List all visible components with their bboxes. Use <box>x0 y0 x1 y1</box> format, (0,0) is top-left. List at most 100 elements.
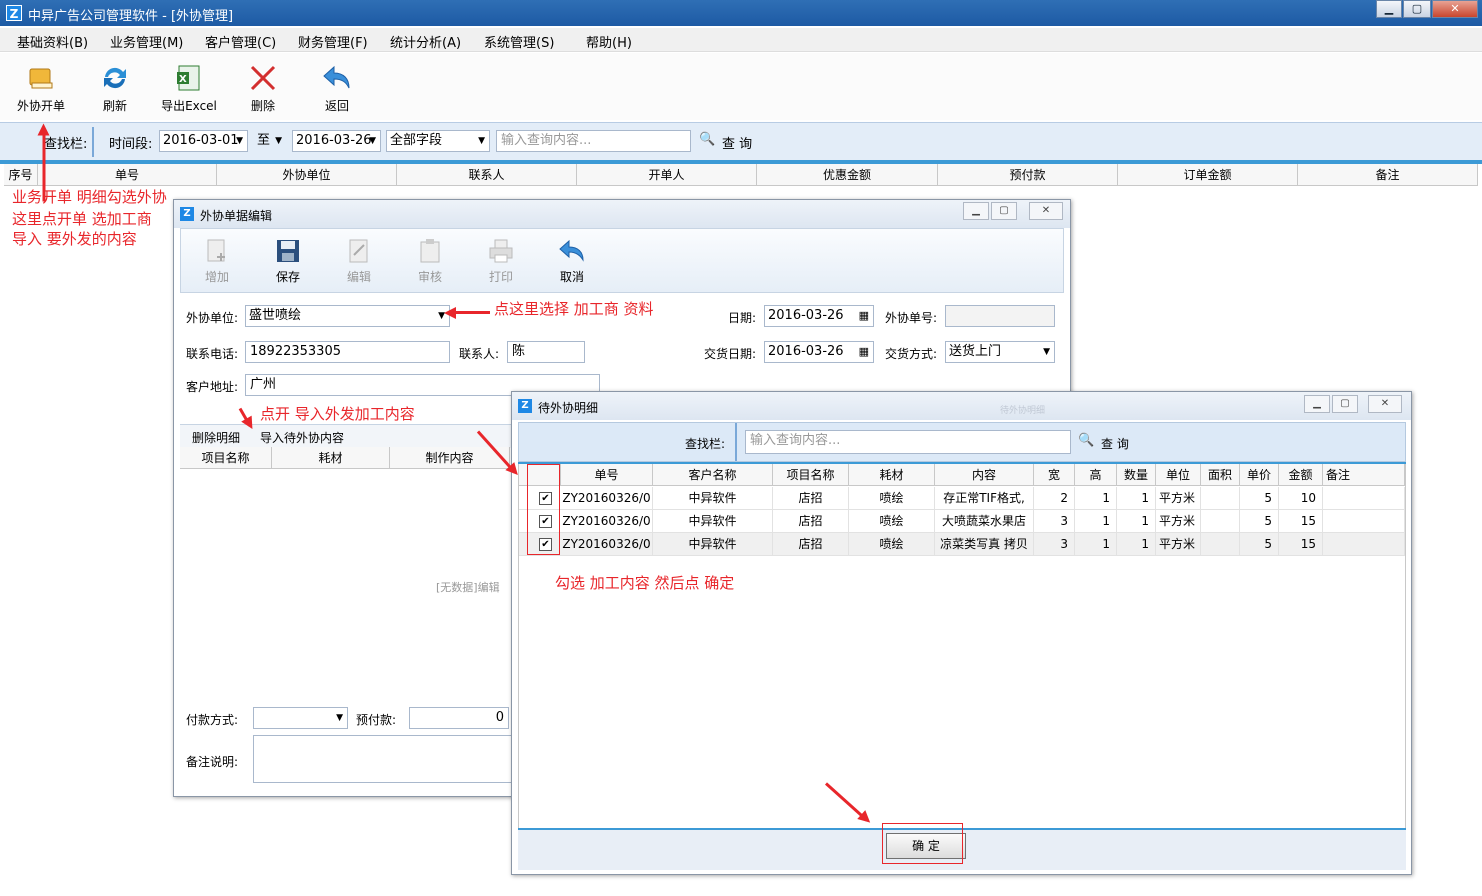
col-header[interactable]: 联系人 <box>397 164 577 186</box>
refresh-button[interactable]: 刷新 <box>83 61 147 117</box>
add-label: 增加 <box>204 270 229 284</box>
col-header[interactable]: 数量 <box>1117 464 1156 486</box>
edit-window-title: 外协单据编辑 <box>200 209 273 223</box>
cancel-button[interactable]: 取消 <box>542 235 602 291</box>
delete-detail-tab[interactable]: 删除明细 <box>192 429 240 446</box>
calendar-icon: ▦ <box>858 309 869 322</box>
col-header[interactable]: 耗材 <box>849 464 935 486</box>
deliver-date-picker[interactable]: 2016-03-26 ▦ <box>764 341 874 363</box>
phone-input[interactable]: 18922353305 <box>245 341 450 363</box>
search-icon: 🔍 <box>699 132 716 147</box>
menu-customer[interactable]: 客户管理(C) <box>205 32 276 51</box>
col-header[interactable]: 预付款 <box>938 164 1118 186</box>
menu-statistics[interactable]: 统计分析(A) <box>390 32 461 51</box>
review-button[interactable]: 审核 <box>400 235 460 291</box>
table-cell: 3 <box>1034 533 1075 556</box>
field-select-value: 全部字段 <box>390 133 443 148</box>
col-header[interactable]: 高 <box>1075 464 1117 486</box>
save-button[interactable]: 保存 <box>258 235 318 291</box>
floppy-save-icon <box>274 237 302 265</box>
col-header[interactable]: 序号 <box>4 164 38 186</box>
table-row[interactable]: ✔ ZY20160326/0 中异软件 店招 喷绘 存正常TIF格式, 2 1 1 平方米 5 10 <box>519 487 1405 510</box>
table-row[interactable]: ✔ ZY20160326/0 中异软件 店招 喷绘 凉菜类写真 拷贝 3 1 1 平方米 5 15 <box>519 533 1405 556</box>
edit-button[interactable]: 编辑 <box>329 235 389 291</box>
table-cell: 平方米 <box>1156 510 1201 533</box>
menu-business[interactable]: 业务管理(M) <box>110 32 183 51</box>
close-button[interactable]: ✕ <box>1432 0 1478 18</box>
col-header[interactable]: 项目名称 <box>180 447 272 469</box>
unit-value: 盛世喷绘 <box>249 308 302 323</box>
remark-textarea[interactable] <box>253 735 513 783</box>
date-picker[interactable]: 2016-03-26 ▦ <box>764 305 874 327</box>
table-cell: 店招 <box>773 533 849 556</box>
clipboard-icon <box>416 237 444 265</box>
maximize-button[interactable]: ▢ <box>991 202 1017 220</box>
minimize-button[interactable]: ▁ <box>963 202 989 220</box>
col-header[interactable]: 单位 <box>1156 464 1201 486</box>
deliver-mode-select[interactable]: 送货上门 ▼ <box>945 341 1055 363</box>
col-header[interactable]: 外协单位 <box>217 164 397 186</box>
refresh-label: 刷新 <box>102 99 127 113</box>
outsource-order-button[interactable]: 外协开单 <box>9 61 73 117</box>
export-excel-button[interactable]: X 导出Excel <box>157 61 221 117</box>
table-cell: 10 <box>1279 487 1323 510</box>
col-header[interactable]: 单号 <box>561 464 653 486</box>
pending-search-input[interactable]: 输入查询内容... <box>745 430 1071 454</box>
date-to-picker[interactable]: 2016-03-26 ▼ <box>292 130 381 152</box>
col-header[interactable]: 金额 <box>1279 464 1323 486</box>
query-button[interactable]: 查 询 <box>722 133 752 152</box>
import-pending-tab[interactable]: 导入待外协内容 <box>260 429 344 446</box>
payment-method-select[interactable]: ▼ <box>253 707 348 729</box>
menu-help[interactable]: 帮助(H) <box>586 32 632 51</box>
search-bar: 查找栏: 时间段: 2016-03-01 ▼ 至 ▼ 2016-03-26 ▼ 全部字… <box>0 122 1482 160</box>
maximize-button[interactable]: ▢ <box>1403 0 1431 18</box>
field-select[interactable]: 全部字段 ▼ <box>386 130 490 152</box>
col-header[interactable]: 客户名称 <box>653 464 773 486</box>
col-header[interactable]: 内容 <box>935 464 1034 486</box>
to-selector[interactable]: 至 ▼ <box>253 130 287 152</box>
table-cell: 3 <box>1034 510 1075 533</box>
outsource-unit-select[interactable]: 盛世喷绘 ▼ <box>245 305 450 327</box>
close-button[interactable]: ✕ <box>1368 395 1402 413</box>
col-header[interactable]: 耗材 <box>272 447 390 469</box>
col-header[interactable]: 面积 <box>1201 464 1240 486</box>
col-header[interactable]: 备注 <box>1298 164 1478 186</box>
col-header[interactable]: 优惠金额 <box>757 164 938 186</box>
order-no-input[interactable] <box>945 305 1055 327</box>
menu-basic-data[interactable]: 基础资料(B) <box>17 32 88 51</box>
pending-query-button[interactable]: 查 询 <box>1101 435 1129 452</box>
col-header[interactable]: 宽 <box>1034 464 1075 486</box>
close-button[interactable]: ✕ <box>1029 202 1063 220</box>
col-header[interactable]: 单价 <box>1240 464 1279 486</box>
maximize-button[interactable]: ▢ <box>1332 395 1358 413</box>
contact-input[interactable]: 陈 <box>507 341 585 363</box>
add-button[interactable]: 增加 <box>187 235 247 291</box>
pending-detail-window: Z 待外协明细 待外协明细 ▁ ▢ ✕ 查找栏: 输入查询内容... 🔍 查 询… <box>511 391 1412 875</box>
menu-system[interactable]: 系统管理(S) <box>484 32 554 51</box>
pending-window-titlebar: Z 待外协明细 待外协明细 ▁ ▢ ✕ <box>512 392 1411 420</box>
chevron-down-icon: ▼ <box>369 136 376 146</box>
printer-icon <box>487 237 515 265</box>
date-from-picker[interactable]: 2016-03-01 ▼ <box>159 130 248 152</box>
prepay-label: 预付款: <box>356 713 397 727</box>
to-label: 至 <box>257 133 271 148</box>
col-header[interactable]: 订单金额 <box>1118 164 1298 186</box>
delete-button[interactable]: 删除 <box>231 61 295 117</box>
app-logo-icon: Z <box>180 207 194 221</box>
col-header[interactable]: 单号 <box>38 164 217 186</box>
table-row[interactable]: ✔ ZY20160326/0 中异软件 店招 喷绘 大喷蔬菜水果店 3 1 1 平方米 5 15 <box>519 510 1405 533</box>
search-input[interactable]: 输入查询内容... <box>496 130 691 152</box>
col-header[interactable]: 开单人 <box>577 164 757 186</box>
add-doc-icon <box>203 237 231 265</box>
table-cell: 喷绘 <box>849 510 935 533</box>
refresh-icon <box>100 63 130 93</box>
col-header[interactable]: 备注 <box>1323 464 1405 486</box>
back-button[interactable]: 返回 <box>305 61 369 117</box>
highlight-box <box>527 464 560 555</box>
menu-finance[interactable]: 财务管理(F) <box>298 32 368 51</box>
col-header[interactable]: 项目名称 <box>773 464 849 486</box>
minimize-button[interactable]: ▁ <box>1304 395 1330 413</box>
print-button[interactable]: 打印 <box>471 235 531 291</box>
prepay-input[interactable]: 0 <box>409 707 509 729</box>
minimize-button[interactable]: ▁ <box>1376 0 1402 18</box>
